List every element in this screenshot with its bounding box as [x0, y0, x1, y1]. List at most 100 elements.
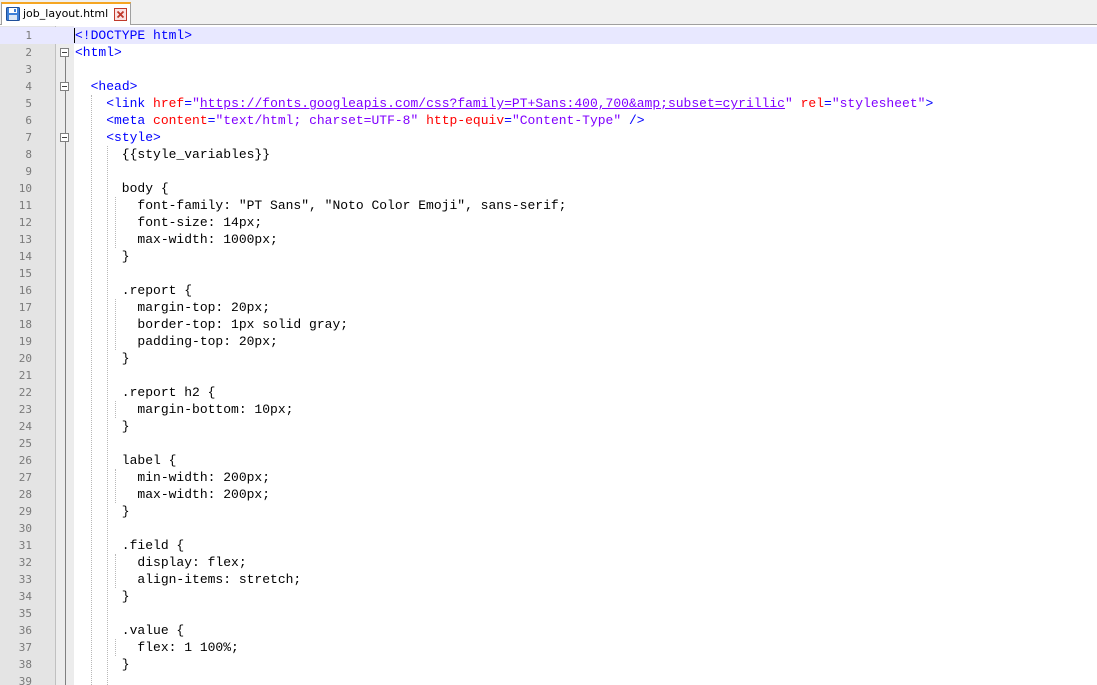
code-line[interactable]: 28 max-width: 200px; [0, 486, 1097, 503]
code-token-tag: > [925, 96, 934, 111]
line-number: 32 [18, 556, 32, 569]
code-line[interactable]: 4 <head> [0, 78, 1097, 95]
code-line[interactable]: 15 [0, 265, 1097, 282]
code-token-val: "text/html; charset=UTF-8" [215, 113, 419, 128]
line-code: margin-top: 20px; [75, 299, 270, 316]
line-number: 8 [25, 148, 32, 161]
code-line[interactable]: 37 flex: 1 100%; [0, 639, 1097, 656]
line-code: font-size: 14px; [75, 214, 262, 231]
code-token-text: font-size: 14px; [75, 215, 263, 230]
code-token-tag: <html> [75, 45, 122, 60]
line-code: padding-top: 20px; [75, 333, 278, 350]
code-token-text: } [75, 504, 130, 519]
code-line[interactable]: 33 align-items: stretch; [0, 571, 1097, 588]
code-token-text: .report { [75, 283, 193, 298]
code-token-tag: <meta [106, 113, 154, 128]
code-token-text: margin-top: 20px; [75, 300, 271, 315]
code-line[interactable]: 39 [0, 673, 1097, 685]
tab-filename: job_layout.html [23, 7, 109, 20]
editor-window: job_layout.html 1 <!DOCTYPE html> 2 <html> 3… [0, 0, 1097, 685]
line-number: 18 [18, 318, 32, 331]
code-token-tag: = [184, 96, 193, 111]
code-line[interactable]: 1 <!DOCTYPE html> [0, 27, 1097, 44]
code-line[interactable]: 8 {{style_variables}} [0, 146, 1097, 163]
line-code: } [75, 350, 130, 367]
code-line[interactable]: 32 display: flex; [0, 554, 1097, 571]
line-number: 26 [18, 454, 32, 467]
code-line[interactable]: 12 font-size: 14px; [0, 214, 1097, 231]
line-number: 2 [25, 46, 32, 59]
code-line[interactable]: 26 label { [0, 452, 1097, 469]
code-line[interactable]: 24 } [0, 418, 1097, 435]
save-disk-icon [6, 7, 20, 21]
fold-toggle-icon[interactable] [60, 133, 69, 142]
indent-guide [115, 299, 116, 350]
code-token-val: " [784, 96, 793, 111]
indent-guide [115, 401, 116, 418]
line-code: align-items: stretch; [75, 571, 301, 588]
code-line[interactable]: 35 [0, 605, 1097, 622]
code-token-attr: content [153, 113, 208, 128]
code-editor[interactable]: 1 <!DOCTYPE html> 2 <html> 3 4 <head> 5 <link … [0, 26, 1097, 685]
code-token-attr: href [153, 96, 185, 111]
code-line[interactable]: 7 <style> [0, 129, 1097, 146]
code-line[interactable]: 22 .report h2 { [0, 384, 1097, 401]
code-token-tag: <link [106, 96, 154, 111]
code-line[interactable]: 29 } [0, 503, 1097, 520]
line-number: 11 [18, 199, 32, 212]
code-token-val: " [192, 96, 200, 111]
code-line[interactable]: 9 [0, 163, 1097, 180]
code-line[interactable]: 13 max-width: 1000px; [0, 231, 1097, 248]
code-line[interactable]: 6 <meta content = "text/html; charset=UTF-… [0, 112, 1097, 129]
code-line[interactable]: 27 min-width: 200px; [0, 469, 1097, 486]
code-token-url[interactable]: https://fonts.googleapis.com/css?family=… [200, 96, 785, 111]
code-line[interactable]: 17 margin-top: 20px; [0, 299, 1097, 316]
code-line[interactable]: 25 [0, 435, 1097, 452]
line-number: 3 [25, 63, 32, 76]
line-number: 36 [18, 624, 32, 637]
indent-guide [91, 95, 92, 685]
code-line[interactable]: 31 .field { [0, 537, 1097, 554]
tab-strip: job_layout.html [0, 0, 1097, 25]
code-line[interactable]: 5 <link href="https://fonts.googleapis.c… [0, 95, 1097, 112]
code-token-text: flex: 1 100%; [75, 640, 239, 655]
tab-job-layout[interactable]: job_layout.html [1, 2, 131, 25]
line-code: <meta content = "text/html; charset=UTF-8"… [75, 112, 644, 129]
code-line[interactable]: 18 border-top: 1px solid gray; [0, 316, 1097, 333]
code-line[interactable]: 38 } [0, 656, 1097, 673]
code-line[interactable]: 2 <html> [0, 44, 1097, 61]
code-line[interactable]: 36 .value { [0, 622, 1097, 639]
code-token-tag: <head> [90, 79, 138, 94]
line-number: 9 [25, 165, 32, 178]
code-token-val: "Content-Type" [511, 113, 622, 128]
indent-guide [115, 469, 116, 503]
code-line[interactable]: 21 [0, 367, 1097, 384]
code-line[interactable]: 11 font-family: "PT Sans", "Noto Color E… [0, 197, 1097, 214]
code-token-text: max-width: 200px; [75, 487, 271, 502]
indent-guide [115, 197, 116, 248]
line-code: .report h2 { [75, 384, 216, 401]
line-number: 14 [18, 250, 32, 263]
line-number: 33 [18, 573, 32, 586]
fold-toggle-icon[interactable] [60, 48, 69, 57]
code-line[interactable]: 14 } [0, 248, 1097, 265]
code-line[interactable]: 16 .report { [0, 282, 1097, 299]
line-code: {{style_variables}} [75, 146, 270, 163]
code-line[interactable]: 30 [0, 520, 1097, 537]
line-number: 5 [25, 97, 32, 110]
code-token-text: } [75, 589, 130, 604]
fold-toggle-icon[interactable] [60, 82, 69, 91]
code-line[interactable]: 19 padding-top: 20px; [0, 333, 1097, 350]
close-icon[interactable] [114, 8, 127, 21]
code-token-text: padding-top: 20px; [75, 334, 278, 349]
code-line[interactable]: 20 } [0, 350, 1097, 367]
line-number: 10 [18, 182, 32, 195]
line-number: 29 [18, 505, 32, 518]
code-line[interactable]: 23 margin-bottom: 10px; [0, 401, 1097, 418]
code-line[interactable]: 34 } [0, 588, 1097, 605]
code-line[interactable]: 10 body { [0, 180, 1097, 197]
code-line[interactable]: 3 [0, 61, 1097, 78]
code-token-text: } [75, 351, 130, 366]
line-number: 25 [18, 437, 32, 450]
